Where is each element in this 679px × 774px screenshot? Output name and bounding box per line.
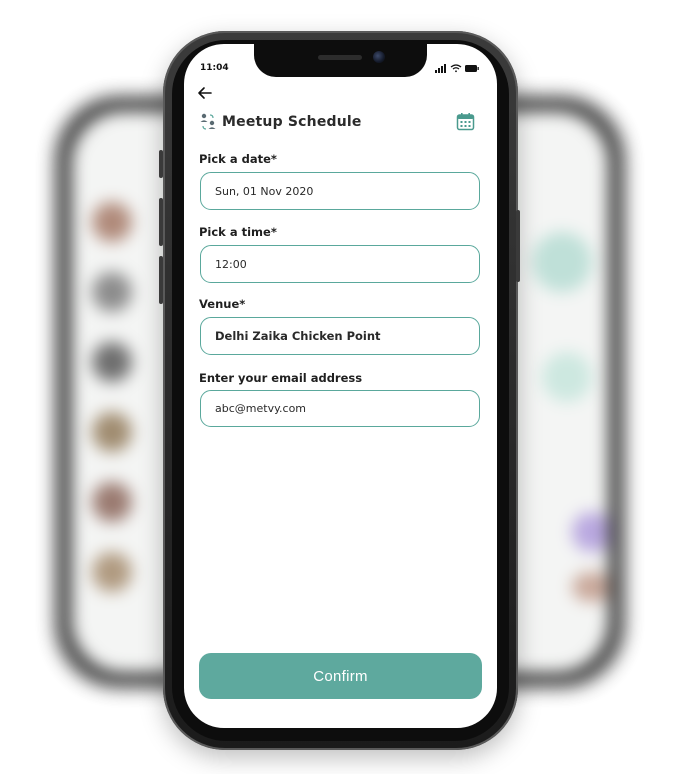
status-time: 11:04 [200,63,229,73]
time-input[interactable] [215,257,479,271]
page-title: Meetup Schedule [222,114,362,130]
email-input[interactable] [215,402,479,415]
date-input[interactable] [215,184,479,198]
signal-icon [435,64,446,73]
time-field[interactable] [200,245,480,283]
back-arrow-icon[interactable] [196,84,214,102]
phone-speaker [318,55,362,60]
phone-notch [254,44,427,77]
people-swap-icon [200,113,216,130]
phone-mute-switch [159,150,163,178]
stage: 11:04 Meetup Schedule Pick a date* Sun, … [0,0,679,774]
email-field[interactable] [200,390,480,427]
venue-field[interactable] [200,317,480,355]
phone-volume-down [159,256,163,304]
battery-icon [465,65,479,72]
status-icons [435,64,479,73]
date-label: Pick a date* [199,152,277,166]
confirm-button[interactable]: Confirm [199,653,482,699]
phone-camera [373,51,385,63]
venue-input[interactable] [215,329,479,343]
app-screen [184,44,497,728]
phone-volume-up [159,198,163,246]
time-label: Pick a time* [199,225,277,239]
phone-power-button [516,210,520,282]
date-field[interactable] [200,172,480,210]
venue-label: Venue* [199,297,246,311]
email-label: Enter your email address [199,371,363,385]
wifi-icon [450,64,462,73]
calendar-icon[interactable] [456,112,475,131]
